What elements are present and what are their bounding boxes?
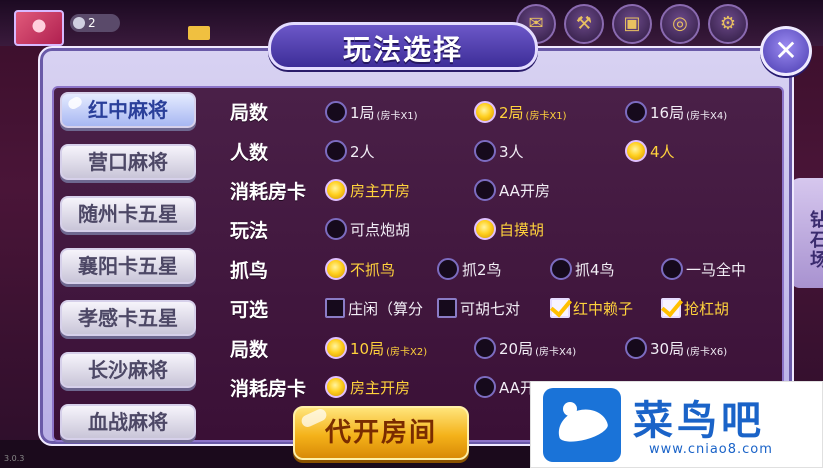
game-item-suizhou[interactable]: 随州卡五星 xyxy=(60,196,196,232)
open-room-for-others-button[interactable]: 代开房间 xyxy=(293,406,469,460)
top-menu-icons: ✉ ⚒ ▣ ◎ ⚙ xyxy=(516,4,748,44)
game-item-changsha[interactable]: 长沙麻将 xyxy=(60,352,196,388)
option-players-3[interactable]: 3人 xyxy=(474,139,524,163)
option-extra-qianggang[interactable]: 抢杠胡 xyxy=(661,296,729,320)
option-rounds-16[interactable]: 16局 (房卡X4) xyxy=(625,100,727,124)
close-button[interactable]: ✕ xyxy=(760,26,812,76)
radio-icon xyxy=(661,258,683,280)
option-players-4[interactable]: 4人 xyxy=(625,139,675,163)
radio-icon xyxy=(474,376,496,398)
row-label-birds: 抓鸟 xyxy=(230,260,269,282)
option-birds-none[interactable]: 不抓鸟 xyxy=(325,257,395,281)
radio-icon xyxy=(325,337,347,359)
option-play-zimo[interactable]: 自摸胡 xyxy=(474,217,544,241)
option-birds-yima[interactable]: 一马全中 xyxy=(661,257,746,281)
radio-icon xyxy=(625,101,647,123)
coin-icon[interactable]: ◎ xyxy=(660,4,700,44)
row-label-extras: 可选 xyxy=(230,299,269,321)
row-label-rounds-2: 局数 xyxy=(230,339,269,361)
row-label-play: 玩法 xyxy=(230,220,269,242)
checkbox-icon xyxy=(325,298,345,318)
radio-icon xyxy=(474,218,496,240)
game-item-xuezhan[interactable]: 血战麻将 xyxy=(60,404,196,440)
avatar[interactable] xyxy=(14,10,64,46)
watermark-url: www.cniao8.com xyxy=(649,442,773,457)
row-label-rounds: 局数 xyxy=(230,102,269,124)
version-text: 3.0.3 xyxy=(4,454,25,463)
game-item-xiangyang[interactable]: 襄阳卡五星 xyxy=(60,248,196,284)
option-play-dianpao[interactable]: 可点炮胡 xyxy=(325,217,410,241)
bird-logo-icon xyxy=(543,388,621,462)
radio-icon xyxy=(325,101,347,123)
option-cost-aa[interactable]: AA开房 xyxy=(474,178,550,202)
row-label-card-cost-2: 消耗房卡 xyxy=(230,378,307,400)
row-label-players: 人数 xyxy=(230,142,269,164)
checkbox-icon xyxy=(550,298,570,318)
checkbox-icon xyxy=(661,298,681,318)
option-cost-owner[interactable]: 房主开房 xyxy=(325,178,410,202)
watermark-title: 菜鸟吧 xyxy=(633,397,765,444)
option-extra-zhuangxian[interactable]: 庄闲（算分 xyxy=(325,296,423,320)
dialog-title: 玩法选择 xyxy=(342,33,463,66)
row-label-card-cost: 消耗房卡 xyxy=(230,181,307,203)
radio-icon xyxy=(325,376,347,398)
option-players-2[interactable]: 2人 xyxy=(325,139,375,163)
shop-icon[interactable]: ▣ xyxy=(612,4,652,44)
gem-counter: 2 xyxy=(70,14,120,32)
game-item-hongzhong[interactable]: 红中麻将 xyxy=(60,92,196,128)
option-birds-4[interactable]: 抓4鸟 xyxy=(550,257,615,281)
game-item-xiaogan[interactable]: 孝感卡五星 xyxy=(60,300,196,336)
radio-icon xyxy=(474,101,496,123)
watermark: 菜鸟吧 www.cniao8.com xyxy=(530,381,823,468)
radio-icon xyxy=(325,258,347,280)
diamond-field-tab[interactable]: 钻石场 xyxy=(790,178,823,288)
settings-icon[interactable]: ⚙ xyxy=(708,4,748,44)
game-item-yingkou[interactable]: 营口麻将 xyxy=(60,144,196,180)
radio-icon xyxy=(625,140,647,162)
radio-icon xyxy=(474,140,496,162)
radio-icon xyxy=(474,179,496,201)
radio-icon xyxy=(325,140,347,162)
option-rounds-30[interactable]: 30局 (房卡X6) xyxy=(625,336,727,360)
option-birds-2[interactable]: 抓2鸟 xyxy=(437,257,502,281)
checkbox-icon xyxy=(437,298,457,318)
tool-icon[interactable]: ⚒ xyxy=(564,4,604,44)
option-extra-qidui[interactable]: 可胡七对 xyxy=(437,296,520,320)
option-extra-hongzhong[interactable]: 红中赖子 xyxy=(550,296,633,320)
option-rounds-20[interactable]: 20局 (房卡X4) xyxy=(474,336,576,360)
option-cost-aa-2[interactable]: AA开 xyxy=(474,375,535,399)
option-rounds-1[interactable]: 1局 (房卡X1) xyxy=(325,100,418,124)
radio-icon xyxy=(625,337,647,359)
radio-icon xyxy=(550,258,572,280)
ticket-icon xyxy=(188,26,210,40)
option-rounds-2[interactable]: 2局 (房卡X1) xyxy=(474,100,567,124)
radio-icon xyxy=(325,179,347,201)
option-rounds-10[interactable]: 10局 (房卡X2) xyxy=(325,336,427,360)
radio-icon xyxy=(437,258,459,280)
radio-icon xyxy=(474,337,496,359)
option-cost-owner-2[interactable]: 房主开房 xyxy=(325,375,410,399)
radio-icon xyxy=(325,218,347,240)
